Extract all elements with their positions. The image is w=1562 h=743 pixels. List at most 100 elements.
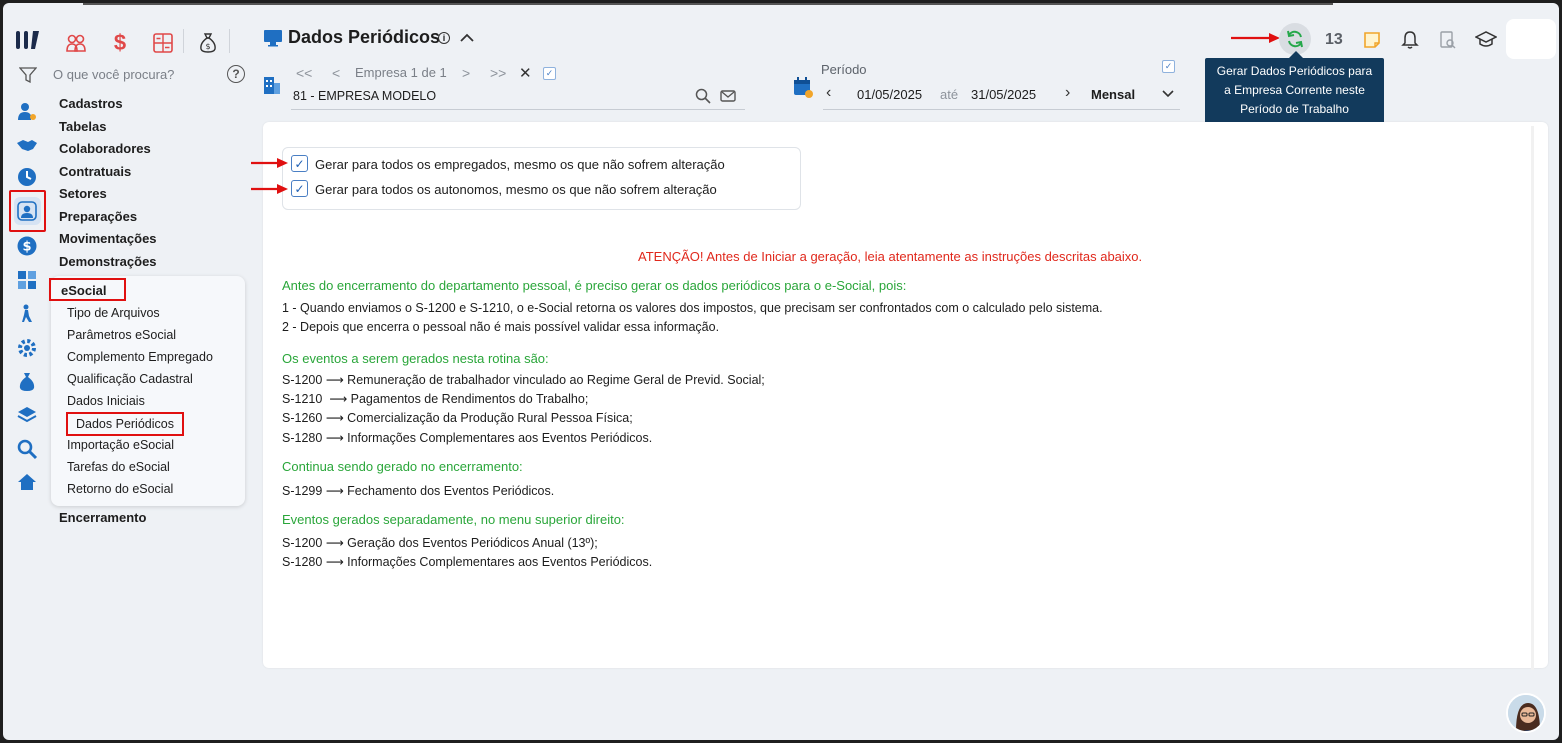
separator <box>229 29 230 53</box>
assistant-avatar[interactable] <box>1506 693 1546 733</box>
next-period-icon[interactable]: › <box>1065 84 1070 102</box>
search-input[interactable]: O que você procura? <box>53 67 174 82</box>
money-bag-icon[interactable] <box>13 368 41 396</box>
user-menu-pill[interactable] <box>1506 19 1556 59</box>
help-icon[interactable]: ? <box>227 65 245 83</box>
submenu-qualificacao-cadastral[interactable]: Qualificação Cadastral <box>67 372 193 386</box>
submenu-retorno-esocial[interactable]: Retorno do eSocial <box>67 482 173 496</box>
company-field[interactable]: 81 - EMPRESA MODELO <box>293 89 436 103</box>
period-type-select[interactable]: Mensal <box>1091 87 1135 102</box>
section-heading: Eventos gerados separadamente, no menu s… <box>282 512 625 527</box>
layers-icon[interactable] <box>13 401 41 429</box>
bell-icon[interactable] <box>1399 28 1421 52</box>
company-checkbox[interactable]: ✓ <box>543 67 556 80</box>
calendar-icon <box>794 77 813 98</box>
menu-encerramento[interactable]: Encerramento <box>59 510 146 525</box>
document-search-icon[interactable] <box>1437 28 1459 52</box>
menu-preparacoes[interactable]: Preparações <box>59 209 137 224</box>
chevron-down-icon[interactable] <box>1161 89 1175 99</box>
period-label: Período <box>821 62 867 77</box>
people-module-icon[interactable] <box>63 30 89 56</box>
menu-movimentacoes[interactable]: Movimentações <box>59 231 157 246</box>
company-underline <box>291 109 745 110</box>
next-company-button[interactable]: > <box>462 65 470 81</box>
tooltip-line: Período de Trabalho <box>1240 102 1349 116</box>
refresh-tooltip: Gerar Dados Periódicos para a Empresa Co… <box>1205 51 1384 124</box>
chevron-up-icon[interactable] <box>459 31 475 43</box>
company-counter: Empresa 1 de 1 <box>355 65 447 80</box>
section-heading: Os eventos a serem gerados nesta rotina … <box>282 351 549 366</box>
all-employees-checkbox[interactable]: ✓ <box>291 155 308 172</box>
period-end-field[interactable]: 31/05/2025 <box>971 87 1036 102</box>
logo-icon[interactable] <box>15 28 41 52</box>
menu-tabelas[interactable]: Tabelas <box>59 119 106 134</box>
event-line: S-1260 ⟶ Comercialização da Produção Rur… <box>282 411 633 425</box>
submenu-importacao-esocial[interactable]: Importação eSocial <box>67 438 174 452</box>
prev-company-button[interactable]: < <box>332 65 340 81</box>
submenu-dados-iniciais[interactable]: Dados Iniciais <box>67 394 145 408</box>
filter-icon[interactable] <box>19 67 37 83</box>
menu-colaboradores[interactable]: Colaboradores <box>59 141 151 156</box>
submenu-complemento-empregado[interactable]: Complemento Empregado <box>67 350 213 364</box>
users-icon[interactable] <box>13 197 41 225</box>
menu-demonstracoes[interactable]: Demonstrações <box>59 254 157 269</box>
tooltip-line: Gerar Dados Periódicos para <box>1216 64 1373 78</box>
calculator-icon[interactable] <box>13 266 41 294</box>
user-settings-icon[interactable] <box>13 97 41 125</box>
menu-setores[interactable]: Setores <box>59 186 107 201</box>
search-icon[interactable] <box>695 88 711 104</box>
svg-text:$: $ <box>205 42 210 51</box>
all-employees-label: Gerar para todos os empregados, mesmo os… <box>315 157 725 172</box>
all-autonomos-checkbox[interactable]: ✓ <box>291 180 308 197</box>
refresh-icon <box>1287 30 1303 48</box>
prev-period-icon[interactable]: ‹ <box>826 84 831 102</box>
last-company-button[interactable]: >> <box>490 65 506 81</box>
period-start-field[interactable]: 01/05/2025 <box>857 87 922 102</box>
gear-icon[interactable] <box>13 334 41 362</box>
search-icon[interactable] <box>13 435 41 463</box>
graduation-cap-icon[interactable] <box>1475 28 1497 52</box>
red-arrow-icon <box>251 158 288 168</box>
red-arrow-icon <box>251 184 288 194</box>
person-walking-icon[interactable] <box>13 300 41 328</box>
event-line: S-1200 ⟶ Geração dos Eventos Periódicos … <box>282 536 598 550</box>
app-window: $ $ O que você procura? ? $ Cadastros Ta… <box>3 3 1559 740</box>
dollar-module-icon[interactable]: $ <box>107 30 133 56</box>
top-strip <box>83 3 1333 5</box>
notification-count[interactable]: 13 <box>1325 31 1343 49</box>
sticky-note-icon[interactable] <box>1361 28 1383 52</box>
submenu-parametros-esocial[interactable]: Parâmetros eSocial <box>67 328 176 342</box>
first-company-button[interactable]: << <box>296 65 312 81</box>
close-icon[interactable]: ✕ <box>519 64 532 82</box>
event-line: S-1210 ⟶ Pagamentos de Rendimentos do Tr… <box>282 392 589 406</box>
handshake-icon[interactable] <box>13 131 41 159</box>
submenu-dados-periodicos[interactable]: Dados Periódicos <box>66 412 184 436</box>
menu-cadastros[interactable]: Cadastros <box>59 96 123 111</box>
menu-contratuais[interactable]: Contratuais <box>59 164 131 179</box>
svg-text:$: $ <box>22 240 31 255</box>
submenu-tarefas-esocial[interactable]: Tarefas do eSocial <box>67 460 170 474</box>
paragraph: 2 - Depois que encerra o pessoal não é m… <box>282 320 720 334</box>
clock-icon[interactable] <box>13 163 41 191</box>
event-line: S-1280 ⟶ Informações Complementares aos … <box>282 431 653 445</box>
submenu-tipo-arquivos[interactable]: Tipo de Arquivos <box>67 306 160 320</box>
page-title: Dados Periódicos <box>288 27 441 47</box>
money-bag-module-icon[interactable]: $ <box>195 30 221 56</box>
all-autonomos-label: Gerar para todos os autonomos, mesmo os … <box>315 182 717 197</box>
period-underline <box>823 109 1180 110</box>
period-checkbox[interactable]: ✓ <box>1162 60 1175 73</box>
mail-icon[interactable] <box>720 89 736 103</box>
section-heading: Antes do encerramento do departamento pe… <box>282 278 907 293</box>
warning-text: ATENÇÃO! Antes de Iniciar a geração, lei… <box>638 249 1143 264</box>
info-icon[interactable]: i <box>438 32 450 44</box>
section-heading: Continua sendo gerado no encerramento: <box>282 459 523 474</box>
finance-icon[interactable]: $ <box>13 232 41 260</box>
home-icon[interactable] <box>13 468 41 496</box>
building-icon <box>264 77 280 94</box>
monitor-icon <box>264 30 282 47</box>
separator <box>183 29 184 53</box>
paragraph: 1 - Quando enviamos o S-1200 e S-1210, o… <box>282 301 1103 315</box>
calculator-module-icon[interactable] <box>150 30 176 56</box>
scrollbar[interactable] <box>1531 126 1534 670</box>
menu-esocial[interactable]: eSocial <box>49 278 126 301</box>
